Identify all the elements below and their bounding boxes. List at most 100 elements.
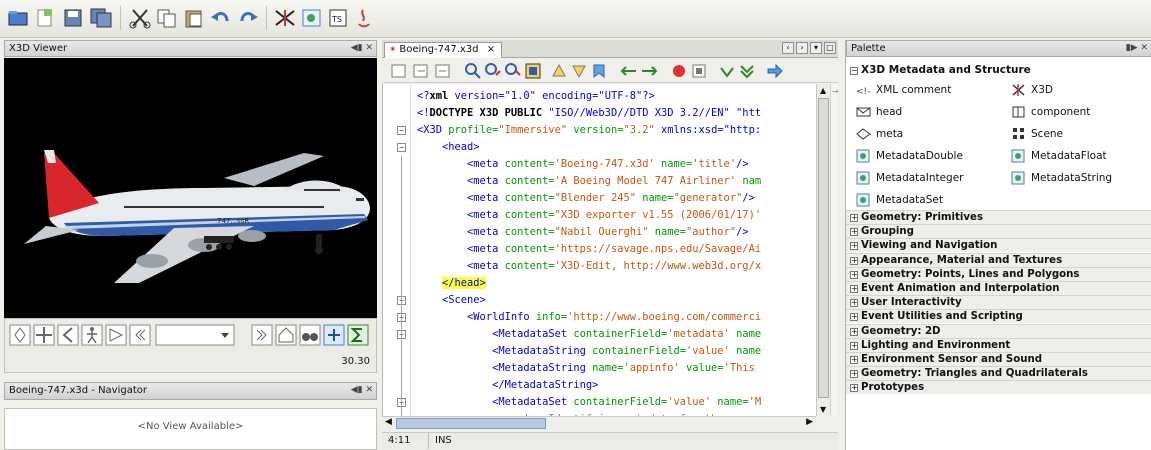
java-icon[interactable] — [352, 7, 376, 29]
source-view-icon[interactable] — [390, 62, 408, 80]
paste-icon[interactable] — [182, 7, 206, 29]
back-icon[interactable] — [412, 62, 430, 80]
palette-item-metadatastring[interactable]: MetadataString — [1009, 168, 1112, 188]
editor-horizontal-scrollbar[interactable]: ◀ ▶ — [382, 416, 816, 430]
palette-item-metadatafloat[interactable]: MetadataFloat — [1009, 146, 1107, 166]
save-all-icon[interactable] — [89, 7, 113, 29]
palette-pane-controls[interactable]: ▮▶ ✕ — [1126, 41, 1148, 56]
viewpoint-select[interactable] — [155, 324, 235, 346]
metadata-set-icon — [856, 193, 871, 207]
palette-category-geometry-2d[interactable]: + Geometry: 2D — [846, 323, 1151, 338]
toggle-bookmark-icon[interactable] — [590, 62, 608, 80]
toggle-highlight-icon[interactable] — [524, 62, 542, 80]
expand-icon[interactable]: + — [850, 270, 858, 279]
collapse-icon[interactable]: − — [850, 67, 858, 75]
check-xml-icon[interactable] — [718, 62, 736, 80]
palette-category-geometry-primitives[interactable]: + Geometry: Primitives — [846, 210, 1151, 224]
tab-boeing-747[interactable]: ✶ Boeing-747.x3d × — [384, 42, 503, 58]
find-next-icon[interactable] — [504, 62, 522, 80]
undo-icon[interactable] — [209, 7, 233, 29]
vertical-scroll-thumb[interactable] — [818, 98, 829, 398]
scroll-tabs-left-icon[interactable]: ‹ — [782, 42, 794, 54]
shift-right-icon[interactable] — [640, 62, 658, 80]
next-bookmark-icon[interactable] — [570, 62, 588, 80]
pane-controls[interactable]: ◀▮ ✕ — [351, 41, 373, 56]
palette-category-event-animation-and-interpolation[interactable]: + Event Animation and Interpolation — [846, 281, 1151, 295]
expand-icon[interactable]: + — [850, 327, 858, 336]
palette-item-scene[interactable]: Scene — [1009, 124, 1063, 144]
binoculars-icon[interactable] — [299, 324, 321, 346]
navigator-pane-controls[interactable]: ◀▮ ✕ — [351, 383, 373, 398]
palette-category-metadata-structure[interactable]: − X3D Metadata and Structure — [846, 63, 1151, 77]
save-icon[interactable] — [61, 7, 85, 29]
scroll-tabs-right-icon[interactable]: › — [796, 42, 808, 54]
expand-icon[interactable]: + — [850, 356, 858, 364]
stop-macro-icon[interactable] — [690, 62, 708, 80]
palette-category-prototypes[interactable]: + Prototypes — [846, 380, 1151, 395]
x3d-icon[interactable] — [273, 7, 297, 29]
examine-icon[interactable] — [9, 324, 31, 346]
palette-category-grouping[interactable]: + Grouping — [846, 224, 1151, 239]
start-macro-icon[interactable] — [670, 62, 688, 80]
fly-icon[interactable] — [57, 324, 79, 346]
palette-category-lighting-and-environment[interactable]: + Lighting and Environment — [846, 337, 1151, 352]
expand-icon[interactable]: + — [850, 341, 858, 350]
palette-item-component[interactable]: component — [1009, 102, 1090, 122]
forward-icon[interactable] — [434, 62, 452, 80]
palette-item-meta[interactable]: meta — [854, 124, 903, 144]
palette-category-geometry-triangles-and-quadrilaterals[interactable]: + Geometry: Triangles and Quadrilaterals — [846, 366, 1151, 381]
palette-category-environment-sensor-and-sound[interactable]: + Environment Sensor and Sound — [846, 352, 1151, 366]
fit-view-icon[interactable] — [323, 324, 345, 346]
prev-viewpoint-icon[interactable] — [129, 324, 151, 346]
prev-bookmark-icon[interactable] — [550, 62, 568, 80]
expand-icon[interactable]: + — [850, 299, 858, 308]
expand-icon[interactable]: + — [850, 228, 858, 237]
expand-icon[interactable]: + — [850, 256, 858, 265]
fold-toggle-icon[interactable]: − — [397, 126, 406, 135]
expand-icon[interactable]: + — [850, 285, 858, 293]
open-project-icon[interactable] — [6, 7, 30, 29]
palette-category-viewing-and-navigation[interactable]: + Viewing and Navigation — [846, 238, 1151, 253]
x3d-viewer-canvas[interactable]: 747...ssR — [4, 58, 377, 318]
redo-icon[interactable] — [236, 7, 260, 29]
expand-icon[interactable]: + — [850, 370, 858, 379]
expand-icon[interactable]: + — [850, 313, 858, 322]
expand-icon[interactable]: + — [850, 384, 858, 393]
expand-icon[interactable]: + — [850, 242, 858, 251]
palette-item-xml-comment[interactable]: <!-- XML comment — [854, 80, 951, 100]
next-viewpoint-icon[interactable] — [251, 324, 273, 346]
shift-left-icon[interactable] — [620, 62, 638, 80]
maximize-icon[interactable]: □ — [824, 42, 836, 54]
metadata-icon[interactable] — [300, 7, 324, 29]
copy-icon[interactable] — [155, 7, 179, 29]
palette-item-metadatainteger[interactable]: MetadataInteger — [854, 168, 964, 188]
xml-source-editor[interactable]: −−−−−− <?xml version="1.0" encoding="UTF… — [382, 84, 816, 416]
palette-item-metadatadouble[interactable]: MetadataDouble — [854, 146, 963, 166]
walk-icon[interactable] — [81, 324, 103, 346]
home-icon[interactable] — [275, 324, 297, 346]
palette-category-event-utilities-and-scripting[interactable]: + Event Utilities and Scripting — [846, 309, 1151, 324]
expand-icon[interactable]: + — [850, 214, 858, 222]
pan-icon[interactable] — [33, 324, 55, 346]
palette-category-appearance-material-and-textures[interactable]: + Appearance, Material and Textures — [846, 252, 1151, 267]
tab-close-icon[interactable]: × — [487, 44, 495, 55]
palette-category-geometry-points-lines-and-polygons[interactable]: + Geometry: Points, Lines and Polygons — [846, 266, 1151, 281]
xsl-transform-icon[interactable] — [766, 62, 784, 80]
find-icon[interactable] — [464, 62, 482, 80]
horizontal-scroll-thumb[interactable] — [396, 418, 546, 429]
ts-icon[interactable]: TS — [327, 7, 351, 29]
palette-item-head[interactable]: head — [854, 102, 902, 122]
find-prev-icon[interactable] — [484, 62, 502, 80]
palette-item-metadataset[interactable]: MetadataSet — [854, 190, 943, 210]
fold-toggle-icon[interactable]: − — [397, 143, 406, 152]
palette-category-user-interactivity[interactable]: + User Interactivity — [846, 295, 1151, 310]
lookat-icon[interactable] — [105, 324, 127, 346]
stats-icon[interactable] — [347, 324, 369, 346]
editor-vertical-scrollbar[interactable]: ▲ ▼ — [816, 84, 830, 416]
new-file-icon[interactable] — [33, 7, 57, 29]
cut-icon[interactable] — [128, 7, 152, 29]
tab-list-icon[interactable]: ▾ — [810, 42, 822, 54]
palette-item-x3d[interactable]: X3D — [1009, 80, 1053, 100]
validate-xml-icon[interactable] — [738, 62, 756, 80]
code-line: <MetadataSet containerField='value' name… — [492, 396, 762, 408]
